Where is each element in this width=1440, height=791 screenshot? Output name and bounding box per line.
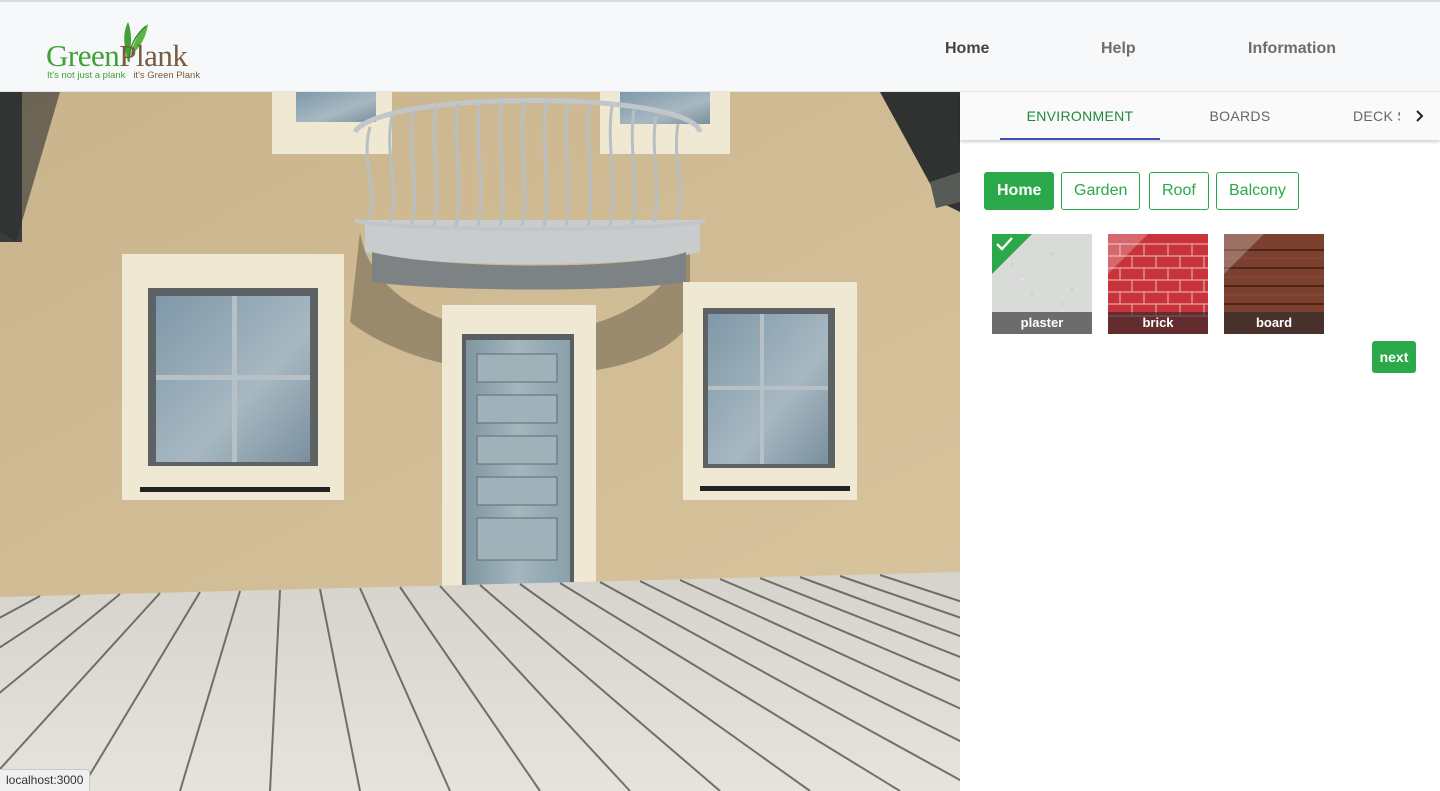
top-navbar: GreenPlank It's not just a plank it's Gr…	[0, 0, 1440, 92]
house-render	[0, 92, 960, 791]
unselected-corner	[1108, 234, 1148, 274]
next-button[interactable]: next	[1372, 341, 1416, 373]
checkmark-icon	[996, 237, 1013, 251]
configurator-panel: ENVIRONMENT BOARDS DECK S Home Garden Ro…	[960, 92, 1440, 791]
material-brick-swatch[interactable]: brick	[1108, 234, 1208, 334]
nav-help[interactable]: Help	[1101, 40, 1136, 58]
nav-home[interactable]: Home	[945, 40, 989, 58]
deck-3d-viewport[interactable]: localhost:3000	[0, 92, 960, 791]
unselected-corner	[1224, 234, 1264, 274]
material-label: brick	[1108, 312, 1208, 334]
browser-status-url: localhost:3000	[0, 769, 91, 791]
category-home-button[interactable]: Home	[984, 172, 1055, 210]
nav-information[interactable]: Information	[1248, 40, 1336, 58]
tab-boards[interactable]: BOARDS	[1160, 92, 1320, 140]
material-label: plaster	[992, 312, 1092, 334]
tabs-scroll-right-button[interactable]	[1400, 92, 1440, 140]
tab-environment[interactable]: ENVIRONMENT	[1000, 92, 1160, 140]
chevron-right-icon	[1416, 110, 1424, 122]
category-balcony-button[interactable]: Balcony	[1216, 172, 1299, 210]
logo-tagline: It's not just a plank it's Green Plank	[47, 70, 201, 81]
configurator-tabs: ENVIRONMENT BOARDS DECK S	[960, 92, 1440, 140]
greenplank-logo[interactable]: GreenPlank It's not just a plank it's Gr…	[46, 16, 226, 84]
logo-wordmark: GreenPlank	[46, 38, 188, 73]
category-garden-button[interactable]: Garden	[1061, 172, 1141, 210]
material-label: board	[1224, 312, 1324, 334]
material-board-swatch[interactable]: board	[1224, 234, 1324, 334]
material-plaster-swatch[interactable]: plaster	[992, 234, 1092, 334]
category-roof-button[interactable]: Roof	[1149, 172, 1209, 210]
